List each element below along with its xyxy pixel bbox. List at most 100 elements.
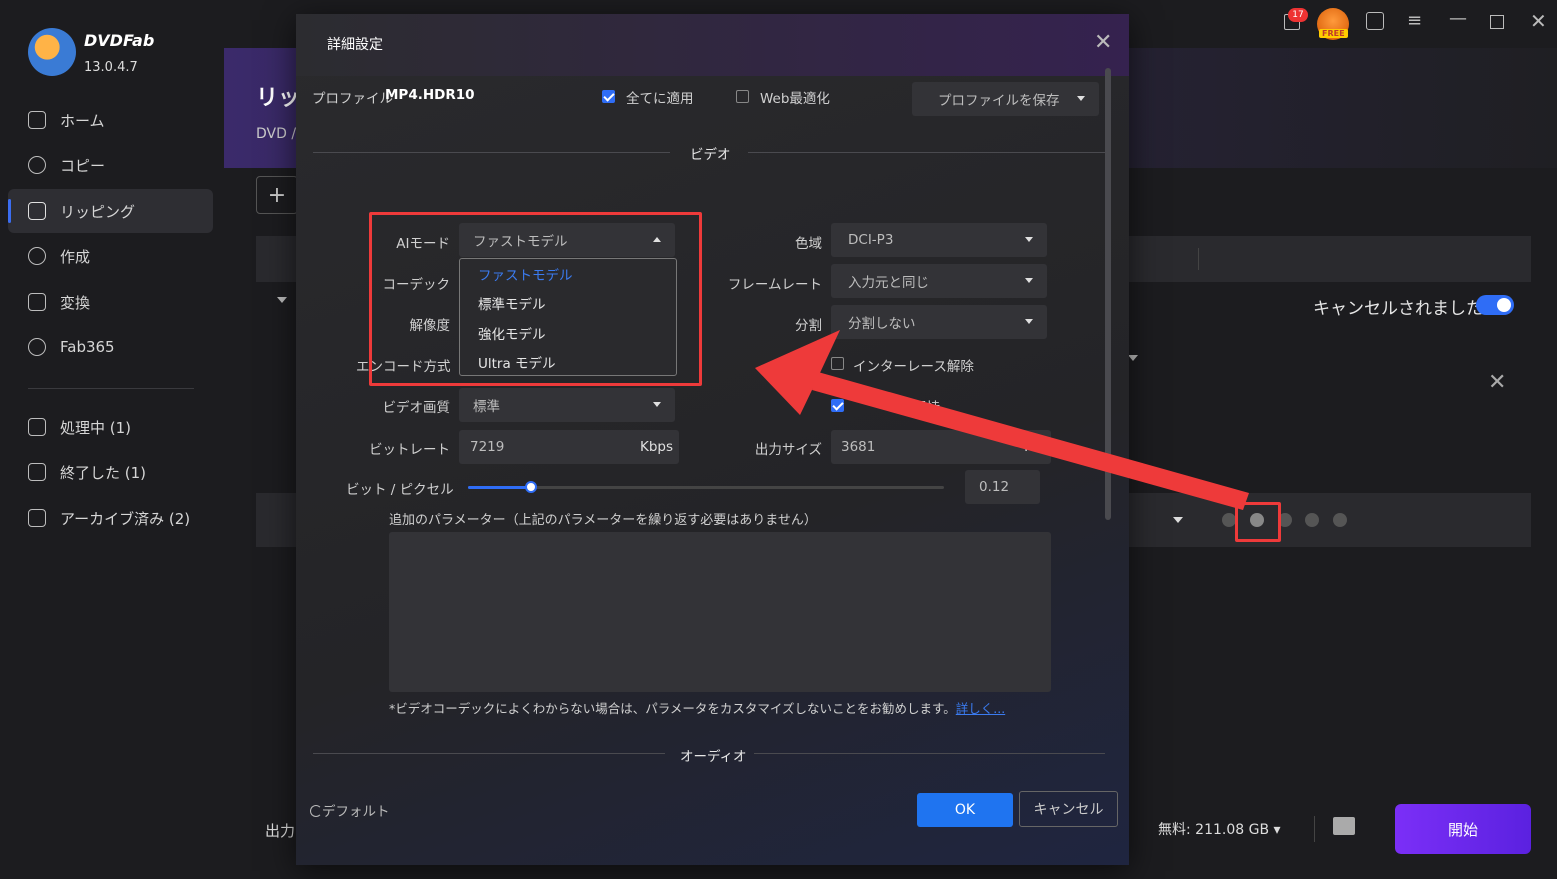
ok-button[interactable]: OK bbox=[917, 793, 1013, 827]
keep-option-checkbox[interactable] bbox=[831, 399, 844, 412]
section-divider bbox=[313, 753, 665, 754]
delete-icon[interactable] bbox=[1333, 513, 1347, 527]
dialog-close-icon[interactable]: ✕ bbox=[1094, 30, 1112, 55]
bitrate-input[interactable]: 7219 Kbps bbox=[459, 430, 679, 464]
dialog-titlebar bbox=[296, 14, 1129, 76]
finished-icon bbox=[28, 463, 46, 481]
section-divider bbox=[313, 152, 670, 153]
color-gamut-label: 色域 bbox=[795, 236, 822, 252]
sidebar-item-label: 変換 bbox=[60, 293, 91, 312]
trim-icon[interactable] bbox=[1305, 513, 1319, 527]
cancel-button[interactable]: キャンセル bbox=[1019, 791, 1118, 827]
dialog-scrollbar[interactable] bbox=[1105, 68, 1111, 520]
deinterlace-checkbox[interactable] bbox=[831, 357, 844, 370]
processing-icon bbox=[28, 418, 46, 436]
framerate-select[interactable]: 入力元と同じ bbox=[831, 264, 1047, 298]
dialog-title: 詳細設定 bbox=[327, 37, 383, 53]
framerate-label: フレームレート bbox=[727, 277, 822, 293]
start-button[interactable]: 開始 bbox=[1395, 804, 1531, 854]
default-button[interactable]: デフォルト bbox=[310, 800, 390, 820]
chevron-down-icon bbox=[653, 402, 661, 407]
free-space-selector[interactable]: 無料: 211.08 GB ▾ bbox=[1158, 819, 1281, 839]
apply-all-label: 全てに適用 bbox=[626, 91, 694, 107]
dropdown-chevron-icon[interactable] bbox=[1128, 355, 1138, 361]
learn-more-link[interactable]: 詳しく... bbox=[956, 701, 1005, 716]
sidebar-item-fab365[interactable]: Fab365 bbox=[8, 325, 213, 369]
remove-task-icon[interactable]: ✕ bbox=[1488, 370, 1506, 395]
section-divider bbox=[754, 753, 1105, 754]
color-gamut-select[interactable]: DCI-P3 bbox=[831, 223, 1047, 257]
keep-option-label: ーを保持 bbox=[886, 400, 940, 416]
bitrate-unit: Kbps bbox=[639, 439, 673, 455]
section-divider bbox=[748, 152, 1105, 153]
fab365-icon bbox=[28, 338, 46, 356]
video-quality-select[interactable]: 標準 bbox=[459, 388, 675, 422]
cancelled-toggle[interactable] bbox=[1476, 295, 1514, 315]
web-optimize-label: Web最適化 bbox=[760, 91, 830, 107]
shirt-icon[interactable] bbox=[1366, 12, 1384, 30]
split-label: 分割 bbox=[795, 318, 822, 334]
creator-icon bbox=[28, 247, 46, 265]
chevron-down-icon bbox=[1025, 237, 1033, 242]
profile-label: プロファイル bbox=[312, 91, 393, 107]
bottom-divider bbox=[1314, 816, 1315, 842]
sidebar-item-converter[interactable]: 変換 bbox=[8, 280, 213, 324]
app-window: DVDFab 13.0.4.7 ホーム コピー リッピング 作成 変換 Fab3… bbox=[0, 0, 1557, 879]
sidebar-item-label: 処理中 (1) bbox=[60, 418, 132, 437]
sidebar-item-processing[interactable]: 処理中 (1) bbox=[8, 405, 213, 449]
reset-icon bbox=[310, 805, 322, 817]
home-icon bbox=[28, 111, 46, 129]
chevron-down-icon bbox=[1025, 319, 1033, 324]
audio-section-title: オーディオ bbox=[680, 749, 747, 765]
bits-per-pixel-input[interactable]: 0.12 bbox=[965, 470, 1040, 504]
maximize-icon[interactable] bbox=[1490, 15, 1504, 29]
split-value: 分割しない bbox=[848, 316, 916, 332]
codec-note-text: *ビデオコーデックによくわからない場合は、パラメータをカスタマイズしないことをお… bbox=[389, 701, 956, 716]
bits-per-pixel-value: 0.12 bbox=[979, 479, 1010, 495]
sidebar-item-copy[interactable]: コピー bbox=[8, 143, 213, 187]
sidebar-item-archive[interactable]: アーカイブ済み (2) bbox=[8, 496, 213, 540]
save-profile-dropdown[interactable]: プロファイルを保存 bbox=[912, 82, 1099, 116]
split-select[interactable]: 分割しない bbox=[831, 305, 1047, 339]
expand-chevron-icon[interactable] bbox=[277, 297, 287, 303]
output-size-label: 出力サイズ bbox=[754, 442, 822, 458]
default-label: デフォルト bbox=[322, 804, 390, 820]
sidebar-item-label: リッピング bbox=[60, 202, 136, 221]
chevron-down-icon bbox=[1077, 96, 1085, 101]
minimize-icon[interactable]: — bbox=[1449, 8, 1467, 29]
save-profile-label: プロファイルを保存 bbox=[938, 93, 1060, 109]
sidebar-item-finished[interactable]: 終了した (1) bbox=[8, 450, 213, 494]
deinterlace-label: インターレース解除 bbox=[853, 359, 974, 375]
slider-handle[interactable] bbox=[525, 481, 537, 493]
slider-fill bbox=[468, 486, 532, 489]
sidebar-item-label: ホーム bbox=[60, 111, 105, 130]
color-gamut-value: DCI-P3 bbox=[848, 232, 894, 248]
row-chevron-icon[interactable] bbox=[1173, 517, 1183, 523]
additional-params-label: 追加のパラメーター（上記のパラメーターを繰り返す必要はありません） bbox=[389, 513, 817, 528]
sidebar: DVDFab 13.0.4.7 ホーム コピー リッピング 作成 変換 Fab3… bbox=[0, 0, 224, 879]
ripper-icon bbox=[28, 202, 46, 220]
add-source-button[interactable]: + bbox=[256, 176, 298, 214]
notification-badge: 17 bbox=[1288, 8, 1308, 22]
sidebar-item-ripper[interactable]: リッピング bbox=[8, 189, 213, 233]
menu-icon[interactable]: ≡ bbox=[1407, 10, 1422, 31]
folder-icon[interactable] bbox=[1333, 817, 1355, 835]
sidebar-item-label: アーカイブ済み (2) bbox=[60, 509, 191, 528]
output-size-unit: MB bbox=[1024, 439, 1045, 455]
profile-value: MP4.HDR10 bbox=[385, 87, 475, 103]
output-size-input[interactable]: 3681 MB bbox=[831, 430, 1051, 464]
dvdfab-logo-icon bbox=[28, 28, 76, 76]
sidebar-item-home[interactable]: ホーム bbox=[8, 98, 213, 142]
bits-per-pixel-slider[interactable] bbox=[468, 486, 944, 489]
converter-icon bbox=[28, 293, 46, 311]
bitrate-label: ビットレート bbox=[369, 442, 450, 458]
sidebar-item-creator[interactable]: 作成 bbox=[8, 234, 213, 278]
play-icon[interactable] bbox=[1222, 513, 1236, 527]
close-window-icon[interactable]: ✕ bbox=[1530, 9, 1547, 33]
web-optimize-checkbox[interactable] bbox=[736, 90, 749, 103]
additional-params-textarea[interactable] bbox=[389, 532, 1051, 692]
annotation-highlight-box bbox=[369, 212, 702, 386]
sidebar-item-label: 作成 bbox=[60, 247, 91, 266]
bitrate-value: 7219 bbox=[470, 439, 505, 455]
apply-all-checkbox[interactable] bbox=[602, 90, 615, 103]
